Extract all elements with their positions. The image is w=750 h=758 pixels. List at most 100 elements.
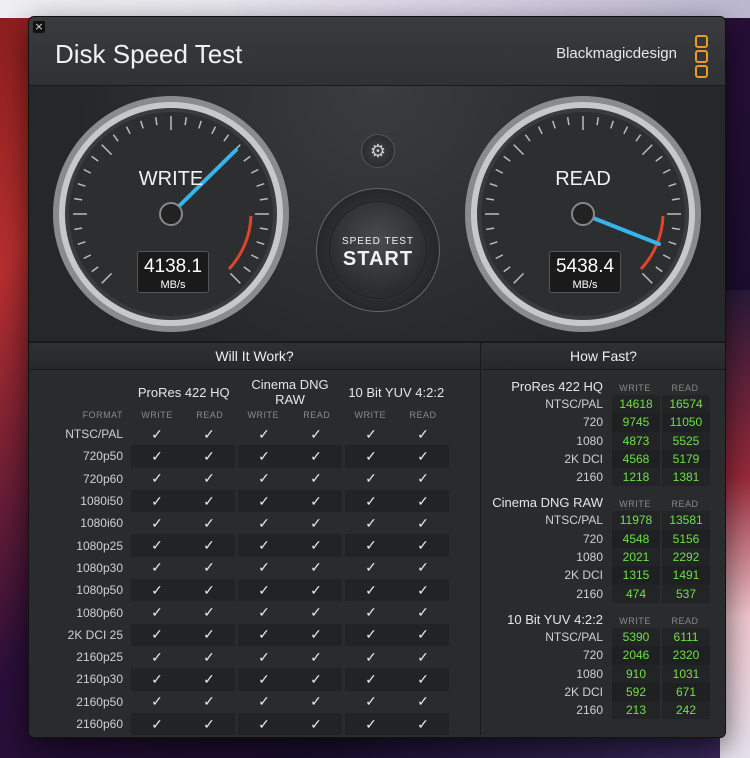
check-icon: ✓ <box>151 559 163 576</box>
check-icon: ✓ <box>131 579 183 602</box>
write-fps-value: 2046 <box>612 646 660 665</box>
check-icon: ✓ <box>310 604 322 621</box>
list-item: NTSC/PAL 14618 16574 <box>482 395 725 414</box>
check-icon: ✓ <box>342 467 397 490</box>
read-fps-value: 5525 <box>662 431 710 450</box>
write-fps-value: 592 <box>612 682 660 702</box>
list-item: 720 9745 11050 <box>482 413 725 432</box>
brand-logo-icon <box>695 35 708 78</box>
check-icon: ✓ <box>310 425 322 442</box>
read-fps-value: 1491 <box>662 566 710 585</box>
check-icon: ✓ <box>342 512 397 535</box>
brand-name: Blackmagicdesign <box>556 45 677 62</box>
list-item: 2160 213 242 <box>482 701 725 720</box>
read-fps-value: 5156 <box>662 529 710 549</box>
format-label: 720 <box>582 415 603 430</box>
check-icon: ✓ <box>151 648 163 665</box>
check-icon: ✓ <box>183 579 237 602</box>
check-icon: ✓ <box>342 534 397 557</box>
list-item: 2160 474 537 <box>482 584 725 603</box>
table-row: 1080i60 ✓ ✓ ✓ ✓ ✓ ✓ <box>49 512 449 535</box>
list-item: NTSC/PAL 5390 6111 <box>482 627 725 647</box>
format-label: 2160 <box>576 470 603 485</box>
check-icon: ✓ <box>151 470 163 487</box>
format-label: 2160 <box>576 703 603 718</box>
check-icon: ✓ <box>183 668 237 691</box>
check-icon: ✓ <box>203 470 215 487</box>
check-icon: ✓ <box>342 423 397 446</box>
format-label: 2160p60 <box>76 717 123 731</box>
read-fps-value: 5179 <box>662 449 710 469</box>
write-header: WRITE <box>619 383 651 393</box>
format-label: 2K DCI <box>564 684 603 699</box>
check-icon: ✓ <box>235 534 290 557</box>
gear-icon[interactable]: ⚙ <box>361 134 395 168</box>
check-icon: ✓ <box>397 534 449 557</box>
check-icon: ✓ <box>131 445 183 468</box>
format-label: 2160p30 <box>76 672 123 687</box>
table-row: 1080p25 ✓ ✓ ✓ ✓ ✓ ✓ <box>49 534 449 557</box>
check-icon: ✓ <box>397 712 449 736</box>
read-fps-value: 2292 <box>662 548 710 567</box>
format-label: 1080p30 <box>76 560 123 575</box>
how-fast-panel: How Fast? ProRes 422 HQ WRITE READ NTSC/… <box>482 343 725 735</box>
read-header: READ <box>303 410 331 420</box>
start-button-inner[interactable]: SPEED TEST START <box>329 201 427 299</box>
list-item: 720 4548 5156 <box>482 529 725 549</box>
check-icon: ✓ <box>235 623 290 646</box>
write-speed-unit: MB/s <box>160 279 186 291</box>
check-icon: ✓ <box>342 601 397 624</box>
gauge-area: WRITE 4138.1 MB/s ⚙ SPEED TEST START REA… <box>29 86 725 343</box>
check-icon: ✓ <box>235 579 290 602</box>
format-label: 1080p60 <box>76 605 123 620</box>
check-icon: ✓ <box>342 712 397 736</box>
read-label: READ <box>555 168 611 190</box>
start-button[interactable]: SPEED TEST START <box>316 188 440 312</box>
format-header: FORMAT <box>82 410 123 420</box>
format-label: 720 <box>582 648 603 663</box>
check-icon: ✓ <box>417 559 429 576</box>
group-header: 10 Bit YUV 4:2:2 <box>348 384 445 400</box>
check-icon: ✓ <box>342 623 397 646</box>
write-fps-value: 2021 <box>612 548 660 567</box>
check-icon: ✓ <box>235 712 290 736</box>
check-icon: ✓ <box>183 712 237 736</box>
table-row: 2160p25 ✓ ✓ ✓ ✓ ✓ ✓ <box>49 645 449 669</box>
format-label: NTSC/PAL <box>545 397 603 411</box>
read-fps-value: 1381 <box>662 468 710 487</box>
group-header: Cinema DNG RAW <box>251 377 329 407</box>
how-fast-list: ProRes 422 HQ WRITE READ NTSC/PAL 14618 … <box>482 377 725 726</box>
read-fps-value: 1031 <box>662 664 710 683</box>
read-fps-value: 537 <box>662 584 710 603</box>
check-icon: ✓ <box>183 489 237 513</box>
write-fps-value: 4568 <box>612 449 660 469</box>
check-icon: ✓ <box>290 712 344 736</box>
check-icon: ✓ <box>235 423 290 446</box>
check-icon: ✓ <box>235 668 290 691</box>
group-header: ProRes 422 HQ <box>137 384 230 400</box>
check-icon: ✓ <box>183 623 237 646</box>
check-icon: ✓ <box>342 668 397 691</box>
disk-speed-test-window: × Disk Speed Test Blackmagicdesign WRITE… <box>28 16 726 738</box>
write-fps-value: 213 <box>612 701 660 720</box>
check-icon: ✓ <box>203 648 215 665</box>
format-label: 2K DCI 25 <box>67 627 123 642</box>
how-fast-group: Cinema DNG RAW WRITE READ NTSC/PAL 11978… <box>482 493 725 603</box>
how-fast-title: How Fast? <box>482 343 725 370</box>
read-fps-value: 6111 <box>662 627 710 647</box>
format-label: 720p50 <box>82 449 123 464</box>
check-icon: ✓ <box>290 623 344 646</box>
format-label: 2160p25 <box>76 650 123 665</box>
check-icon: ✓ <box>131 712 183 736</box>
write-fps-value: 11978 <box>612 511 660 530</box>
check-icon: ✓ <box>235 690 290 713</box>
check-icon: ✓ <box>235 512 290 535</box>
format-label: 2K DCI <box>564 451 603 466</box>
window-header: × Disk Speed Test Blackmagicdesign <box>29 17 725 86</box>
close-button[interactable]: × <box>33 21 45 33</box>
format-label: NTSC/PAL <box>545 513 603 528</box>
check-icon: ✓ <box>342 556 397 580</box>
check-icon: ✓ <box>290 668 344 691</box>
read-fps-value: 11050 <box>662 413 710 432</box>
check-icon: ✓ <box>290 445 344 468</box>
